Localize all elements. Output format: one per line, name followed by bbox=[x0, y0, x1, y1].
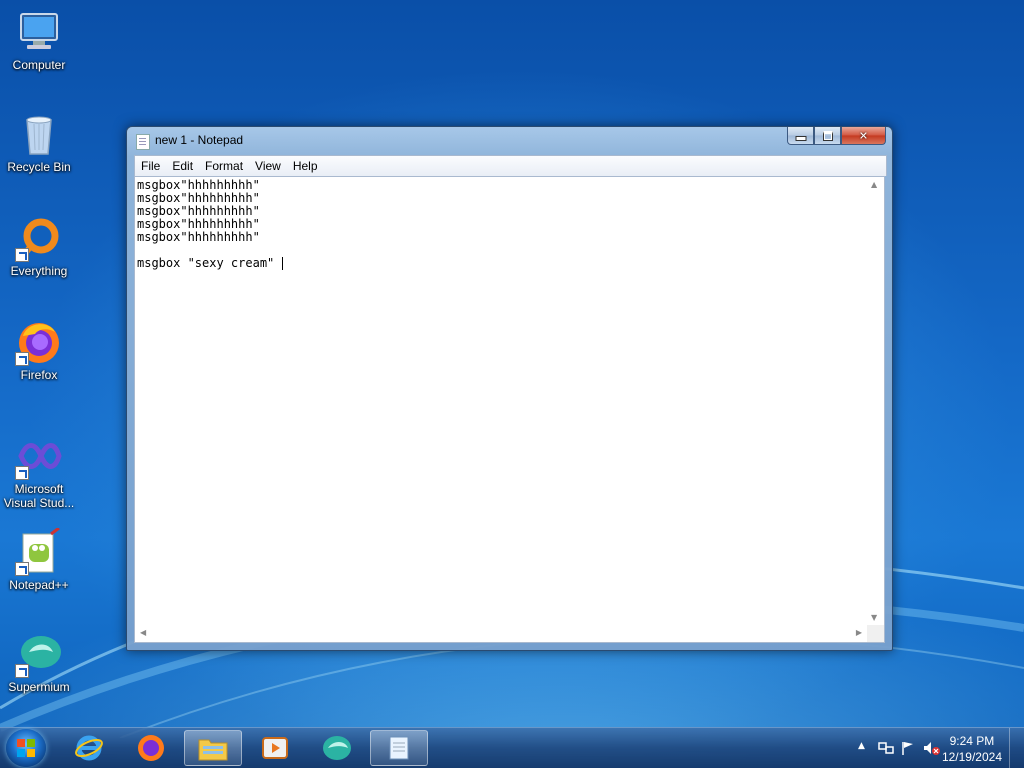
taskbar-supermium[interactable] bbox=[308, 730, 366, 766]
window-title: new 1 - Notepad bbox=[155, 133, 244, 147]
desktop-icon-label: Recycle Bin bbox=[7, 160, 71, 174]
taskbar: ▲ 9:24 PM 12/19/2024 bbox=[0, 727, 1024, 768]
minimize-button[interactable] bbox=[787, 127, 814, 145]
notepad-icon bbox=[136, 134, 150, 150]
desktop-icon-label: Computer bbox=[12, 58, 66, 72]
desktop-icon-label: Supermium bbox=[8, 680, 70, 694]
maximize-button[interactable] bbox=[814, 127, 841, 145]
computer-icon bbox=[15, 8, 63, 56]
clock-date: 12/19/2024 bbox=[941, 750, 1002, 764]
desktop-icon-recycle-bin[interactable]: Recycle Bin bbox=[0, 110, 78, 174]
title-bar[interactable]: new 1 - Notepad ✕ bbox=[127, 127, 892, 155]
editor-text[interactable]: msgbox"hhhhhhhhh" msgbox"hhhhhhhhh" msgbox… bbox=[137, 179, 866, 624]
show-desktop-button[interactable] bbox=[1009, 728, 1024, 768]
start-button[interactable] bbox=[6, 729, 46, 767]
recycle-bin-icon bbox=[15, 110, 63, 158]
taskbar-internet-explorer[interactable] bbox=[60, 730, 118, 766]
desktop-icon-visual-studio[interactable]: Microsoft Visual Stud... bbox=[0, 432, 78, 510]
desktop-icon-firefox[interactable]: Firefox bbox=[0, 318, 78, 382]
folder-icon bbox=[198, 739, 228, 761]
desktop-icon-label: Everything bbox=[10, 264, 68, 278]
taskbar-file-explorer[interactable] bbox=[184, 730, 242, 766]
show-hidden-icons-icon[interactable]: ▲ bbox=[858, 741, 865, 751]
menu-view[interactable]: View bbox=[249, 159, 287, 173]
menu-edit[interactable]: Edit bbox=[166, 159, 199, 173]
action-center-flag-icon[interactable] bbox=[900, 740, 916, 756]
network-icon[interactable] bbox=[878, 740, 894, 756]
minimize-icon bbox=[795, 131, 806, 141]
close-icon: ✕ bbox=[858, 129, 869, 142]
horizontal-scrollbar[interactable]: ◀ ▶ bbox=[135, 625, 867, 642]
scrollbar-corner bbox=[867, 625, 884, 642]
menu-format[interactable]: Format bbox=[199, 159, 249, 173]
desktop-icon-computer[interactable]: Computer bbox=[0, 8, 78, 72]
scroll-down-icon[interactable]: ▼ bbox=[871, 613, 877, 622]
desktop-icon-label: Firefox bbox=[20, 368, 58, 382]
supermium-icon bbox=[15, 630, 63, 678]
desktop-icon-label: Microsoft Visual Stud... bbox=[3, 482, 75, 510]
internet-explorer-icon bbox=[75, 735, 103, 761]
desktop-icon-supermium[interactable]: Supermium bbox=[0, 630, 78, 694]
text-line: msgbox"hhhhhhhhh" bbox=[137, 230, 260, 244]
windows-logo-icon bbox=[17, 739, 35, 757]
media-player-icon bbox=[262, 737, 288, 759]
supermium-icon bbox=[323, 736, 351, 760]
firefox-icon bbox=[138, 735, 164, 761]
notepad-icon bbox=[389, 736, 409, 760]
shortcut-arrow-icon bbox=[15, 562, 29, 576]
shortcut-arrow-icon bbox=[15, 248, 29, 262]
clock-time: 9:24 PM bbox=[949, 734, 995, 748]
everything-icon bbox=[15, 214, 63, 262]
menu-file[interactable]: File bbox=[135, 159, 166, 173]
volume-muted-icon[interactable] bbox=[922, 740, 940, 756]
visual-studio-icon bbox=[15, 432, 63, 480]
shortcut-arrow-icon bbox=[15, 352, 29, 366]
notepad-window[interactable]: new 1 - Notepad ✕ File Edit Format View … bbox=[126, 126, 893, 651]
maximize-icon bbox=[823, 131, 833, 141]
text-caret bbox=[281, 257, 283, 270]
text-line: msgbox "sexy cream" bbox=[137, 256, 282, 270]
scroll-up-icon[interactable]: ▲ bbox=[871, 180, 877, 189]
taskbar-firefox[interactable] bbox=[122, 730, 180, 766]
menu-bar: File Edit Format View Help bbox=[134, 155, 887, 176]
firefox-icon bbox=[15, 318, 63, 366]
text-editor[interactable]: msgbox"hhhhhhhhh" msgbox"hhhhhhhhh" msgbox… bbox=[134, 176, 885, 643]
scroll-right-icon[interactable]: ▶ bbox=[856, 628, 862, 637]
scroll-left-icon[interactable]: ◀ bbox=[140, 628, 146, 637]
vertical-scrollbar[interactable]: ▲ ▼ bbox=[867, 177, 884, 625]
system-tray: ▲ 9:24 PM 12/19/2024 bbox=[834, 728, 1024, 768]
shortcut-arrow-icon bbox=[15, 466, 29, 480]
close-button[interactable]: ✕ bbox=[841, 127, 886, 145]
shortcut-arrow-icon bbox=[15, 664, 29, 678]
desktop-icon-notepadpp[interactable]: Notepad++ bbox=[0, 526, 78, 592]
desktop-icon-label: Notepad++ bbox=[9, 578, 69, 592]
menu-help[interactable]: Help bbox=[287, 159, 324, 173]
clock[interactable]: 9:24 PM 12/19/2024 bbox=[942, 733, 1002, 765]
desktop-icon-everything[interactable]: Everything bbox=[0, 214, 78, 278]
text-line-current: msgbox "sexy cream" bbox=[137, 257, 866, 270]
taskbar-media-player[interactable] bbox=[246, 730, 304, 766]
notepadpp-icon bbox=[15, 526, 63, 576]
taskbar-notepad[interactable] bbox=[370, 730, 428, 766]
